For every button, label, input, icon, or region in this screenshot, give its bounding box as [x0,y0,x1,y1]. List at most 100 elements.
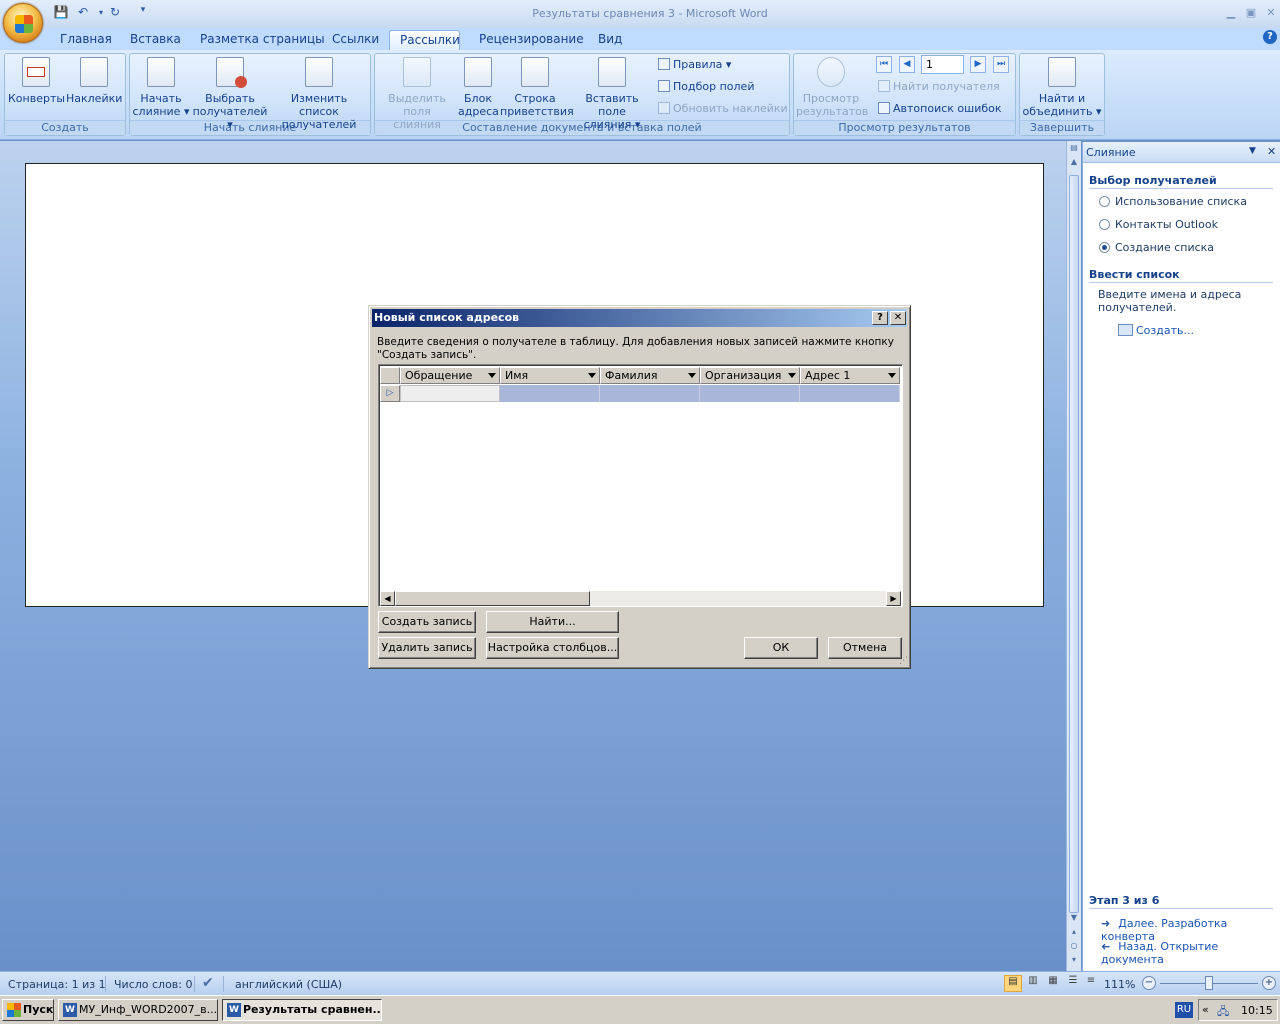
table-cell[interactable] [600,385,700,402]
next-record-icon[interactable]: ▶ [970,56,986,73]
option-use-existing-list[interactable]: Использование списка [1099,195,1247,208]
labels-button[interactable]: Наклейки [66,57,122,105]
taskbar-item-word-doc[interactable]: W МУ_Инф_WORD2007_в... [58,999,218,1021]
close-window-icon[interactable]: ✕ [1262,6,1280,20]
help-icon[interactable]: ? [1263,30,1277,44]
vertical-scrollbar[interactable]: ▤ ▲ ▼ ▴ ○ ▾ [1066,141,1081,971]
next-page-icon[interactable]: ▾ [1068,955,1080,967]
find-recipient-button[interactable]: Найти получателя [878,79,1000,95]
delete-entry-button[interactable]: Удалить запись [378,637,476,659]
clock[interactable]: 10:15 [1241,1004,1273,1017]
record-number-input[interactable]: 1 [921,55,964,74]
match-fields-button[interactable]: Подбор полей [658,79,754,95]
highlight-merge-fields-button[interactable]: Выделить поля слияния [378,57,456,131]
redo-icon[interactable]: ↻ [106,5,124,21]
save-icon[interactable]: 💾 [52,5,70,21]
scroll-up-icon[interactable]: ▲ [1068,157,1080,171]
table-cell-active[interactable] [400,385,500,402]
zoom-in-icon[interactable]: + [1262,976,1276,990]
maximize-icon[interactable]: ▣ [1242,6,1260,20]
web-layout-icon[interactable]: ▦ [1044,975,1062,992]
first-record-icon[interactable]: ⏮ [876,56,892,73]
previous-step-link[interactable]: ➜ Назад. Открытие документа [1101,940,1280,966]
tab-review[interactable]: Рецензирование [477,30,586,50]
envelopes-button[interactable]: Конверты [8,57,65,105]
create-list-icon [1118,324,1133,336]
cancel-button[interactable]: Отмена [828,637,902,659]
ruler-toggle-icon[interactable]: ▤ [1068,143,1080,155]
preview-results-button[interactable]: Просмотр результатов [796,57,868,118]
zoom-slider-thumb[interactable] [1205,976,1213,990]
table-cell[interactable] [700,385,800,402]
column-header-first-name[interactable]: Имя [500,367,600,384]
insert-merge-field-button[interactable]: Вставить поле слияния ▾ [572,57,652,131]
scroll-right-icon[interactable]: ▶ [886,591,901,606]
last-record-icon[interactable]: ⏭ [993,56,1009,73]
address-table[interactable]: Обращение Имя Фамилия Организация Адрес … [378,364,903,607]
column-header-last-name[interactable]: Фамилия [600,367,700,384]
table-cell[interactable] [800,385,900,402]
customize-columns-button[interactable]: Настройка столбцов... [486,637,619,659]
tab-mailings[interactable]: Рассылки [389,30,460,50]
new-address-list-dialog: Новый список адресов ? ✕ Введите сведени… [368,305,911,669]
word-count[interactable]: Число слов: 0 [114,978,193,991]
horizontal-scrollbar[interactable]: ◀ ▶ [380,591,901,606]
table-cell[interactable] [500,385,600,402]
update-labels-button[interactable]: Обновить наклейки [658,101,788,117]
zoom-out-icon[interactable]: − [1142,976,1156,990]
task-pane-menu-icon[interactable]: ▼ [1249,146,1256,156]
scroll-thumb[interactable] [1069,175,1079,913]
print-layout-view-icon[interactable]: ▤ [1004,975,1022,992]
prev-page-icon[interactable]: ▴ [1068,927,1080,939]
taskbar-item-compare-results[interactable]: W Результаты сравнен... [222,999,382,1021]
page-count[interactable]: Страница: 1 из 1 [8,978,106,991]
undo-icon[interactable]: ↶ [74,5,92,21]
scroll-down-icon[interactable]: ▼ [1068,913,1080,927]
dialog-close-button[interactable]: ✕ [890,311,906,325]
scroll-thumb[interactable] [395,591,590,606]
language-bar[interactable]: RU [1175,1002,1193,1018]
outline-view-icon[interactable]: ☰ [1064,975,1082,992]
previous-step-label: Назад. Открытие документа [1101,940,1219,966]
new-entry-button[interactable]: Создать запись [378,611,476,633]
scroll-left-icon[interactable]: ◀ [380,591,395,606]
browse-object-icon[interactable]: ○ [1068,941,1080,953]
network-icon[interactable]: 🖧 [1217,1003,1229,1022]
address-block-button[interactable]: Блок адреса [458,57,499,118]
tab-page-layout[interactable]: Разметка страницы [198,30,327,50]
resize-grip-icon[interactable]: ⋰ [899,656,908,666]
start-merge-button[interactable]: Начать слияние ▾ [132,57,190,118]
auto-check-errors-button[interactable]: Автопоиск ошибок [878,101,1002,117]
proofing-icon[interactable]: ✔ [202,975,214,991]
rules-button[interactable]: Правила ▾ [658,57,731,73]
column-header-title[interactable]: Обращение [400,367,500,384]
start-button[interactable]: Пуск [2,999,54,1021]
column-header-address1[interactable]: Адрес 1 [800,367,900,384]
edit-recipient-list-button[interactable]: Изменить список получателей [270,57,368,131]
current-row-indicator-icon[interactable]: ▷ [380,385,400,402]
ok-button[interactable]: ОК [744,637,818,659]
tab-view[interactable]: Вид [596,30,624,50]
find-button[interactable]: Найти... [486,611,619,633]
create-list-link[interactable]: Создать... [1118,324,1194,337]
finish-merge-button[interactable]: Найти и объединить ▾ [1022,57,1102,118]
tab-references[interactable]: Ссылки [330,30,381,50]
zoom-level[interactable]: 111% [1104,978,1135,991]
previous-record-icon[interactable]: ◀ [899,56,915,73]
qat-customize-icon[interactable]: ▾ [134,5,152,21]
column-header-company[interactable]: Организация [700,367,800,384]
full-screen-reading-icon[interactable]: ▥ [1024,975,1042,992]
minimize-icon[interactable]: ▁ [1222,6,1240,20]
dialog-help-button[interactable]: ? [872,311,888,325]
tab-home[interactable]: Главная [58,30,114,50]
greeting-line-button[interactable]: Строка приветствия [500,57,574,118]
draft-view-icon[interactable]: ≡ [1082,975,1100,992]
option-type-new-list[interactable]: Создание списка [1099,241,1214,254]
office-button[interactable] [3,3,43,43]
tray-expand-icon[interactable]: « [1202,1003,1209,1016]
task-pane-close-icon[interactable]: ✕ [1267,145,1276,158]
select-recipients-button[interactable]: Выбрать получателей ▾ [192,57,268,131]
option-outlook-contacts[interactable]: Контакты Outlook [1099,218,1218,231]
language-indicator[interactable]: английский (США) [235,978,342,991]
tab-insert[interactable]: Вставка [128,30,183,50]
